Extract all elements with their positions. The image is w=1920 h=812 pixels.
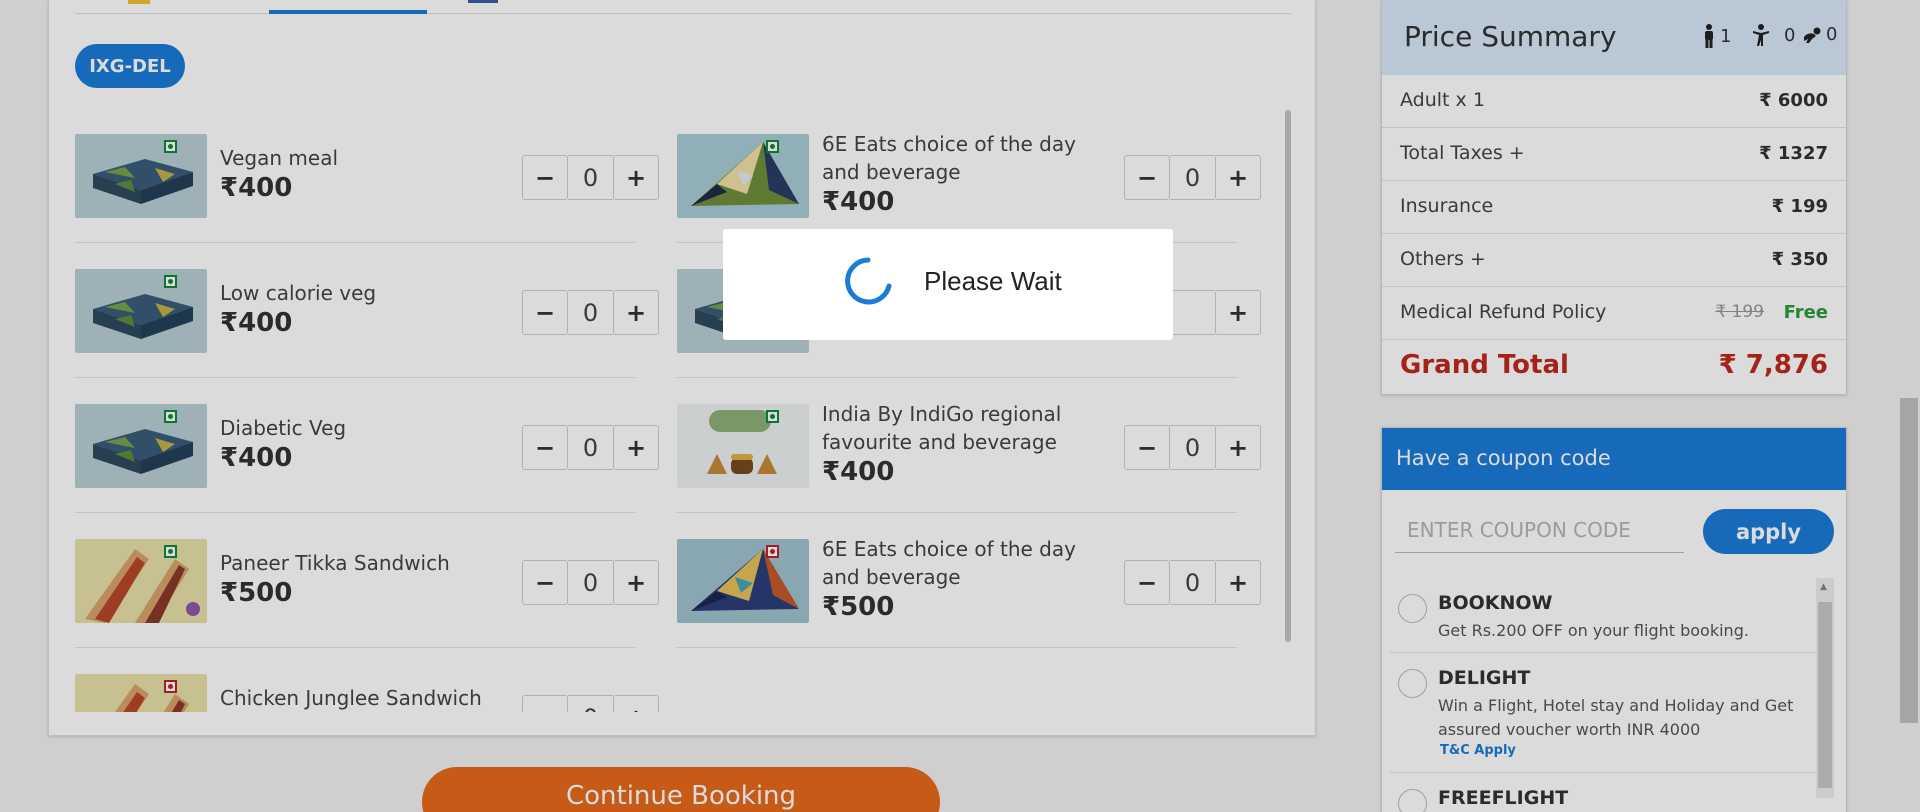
loading-overlay	[0, 0, 1920, 812]
loading-spinner-icon	[845, 257, 892, 305]
please-wait-dialog: Please Wait	[723, 229, 1173, 340]
loader-message: Please Wait	[924, 266, 1062, 296]
